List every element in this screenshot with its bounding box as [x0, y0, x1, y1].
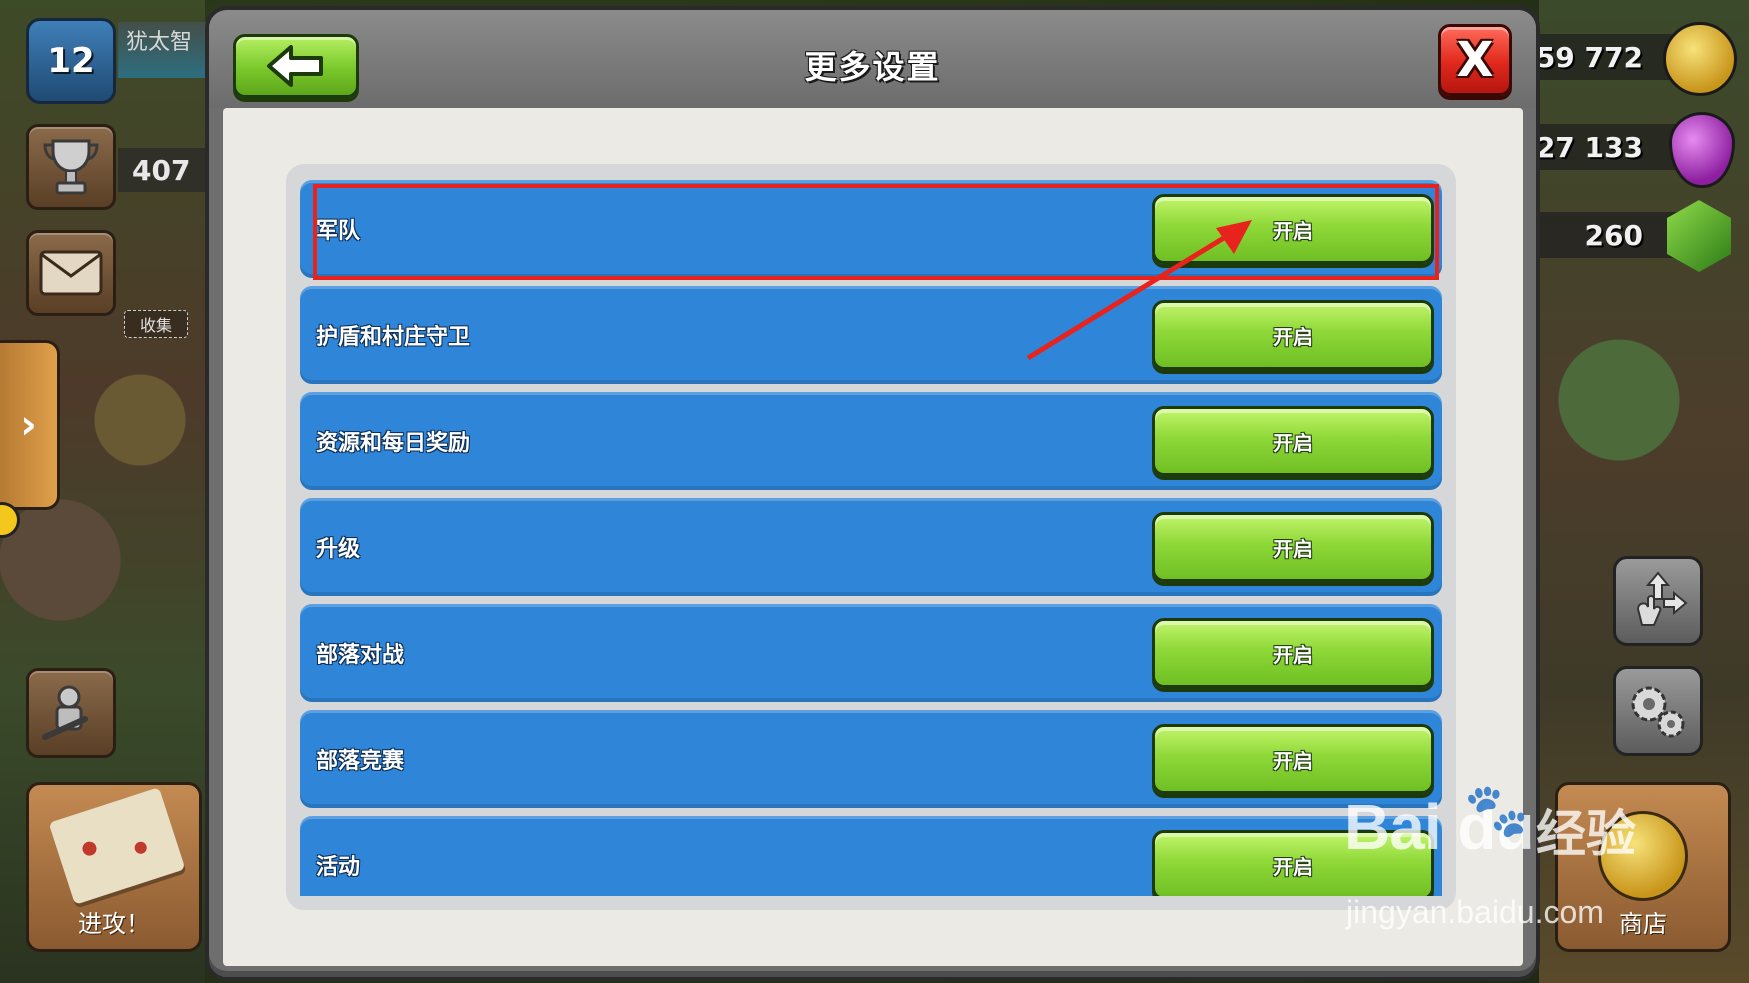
enable-toggle-button[interactable]: 开启	[1152, 512, 1434, 582]
settings-list-frame: 军队 开启 护盾和村庄守卫 开启 资源和每日奖励 开启 升级 开启 部落对战 开…	[286, 164, 1456, 910]
experience-level-badge[interactable]: 12	[26, 18, 116, 104]
setting-row-shield: 护盾和村庄守卫 开启	[300, 286, 1442, 384]
trophy-count: 407	[118, 148, 208, 192]
setting-row-army: 军队 开启	[300, 180, 1442, 278]
shop-button[interactable]: 商店	[1555, 782, 1731, 952]
enable-toggle-button[interactable]: 开启	[1152, 724, 1434, 794]
enable-toggle-button[interactable]: 开启	[1152, 300, 1434, 370]
more-settings-dialog: 更多设置 X 军队 开启 护盾和村庄守卫 开启 资源和每日奖励 开启 升级 开启…	[205, 6, 1540, 981]
chevron-right-icon: ›	[20, 402, 37, 448]
player-name: 犹太智	[118, 22, 208, 78]
builder-hammer-icon	[42, 685, 88, 740]
gold-coin-icon	[1663, 22, 1737, 96]
attack-button[interactable]: 进攻！	[26, 782, 202, 952]
trophy-icon	[43, 139, 99, 195]
edit-layout-button[interactable]	[1613, 556, 1703, 646]
shop-coins-icon	[1598, 811, 1688, 901]
setting-row-clan-war: 部落对战 开启	[300, 604, 1442, 702]
dialog-body: 军队 开启 护盾和村庄守卫 开启 资源和每日奖励 开启 升级 开启 部落对战 开…	[223, 108, 1523, 966]
move-hand-icon	[1636, 571, 1688, 626]
setting-row-upgrade: 升级 开启	[300, 498, 1442, 596]
setting-label: 部落对战	[316, 643, 405, 668]
side-panel-expand-tab[interactable]: ›	[0, 340, 60, 510]
builder-button[interactable]	[26, 668, 116, 758]
setting-label: 资源和每日奖励	[316, 431, 471, 456]
attack-label: 进攻！	[78, 910, 150, 938]
envelope-icon	[39, 250, 103, 296]
setting-label: 升级	[316, 537, 361, 562]
setting-label: 军队	[316, 219, 361, 244]
dialog-header: 更多设置 X	[209, 10, 1536, 108]
mail-button[interactable]	[26, 230, 116, 316]
setting-row-clan-games: 部落竞赛 开启	[300, 710, 1442, 808]
trophy-button[interactable]	[26, 124, 116, 210]
setting-label: 护盾和村庄守卫	[316, 325, 471, 350]
setting-label: 部落竞赛	[316, 749, 405, 774]
enable-toggle-button[interactable]: 开启	[1152, 406, 1434, 476]
treasure-map-icon	[48, 787, 186, 905]
enable-toggle-button[interactable]: 开启	[1152, 830, 1434, 896]
setting-row-resources: 资源和每日奖励 开启	[300, 392, 1442, 490]
setting-row-events: 活动 开启	[300, 816, 1442, 896]
collect-resources-label[interactable]: 收集	[124, 310, 188, 338]
settings-button[interactable]	[1613, 666, 1703, 756]
gear-icon	[1631, 686, 1685, 738]
settings-list[interactable]: 军队 开启 护盾和村庄守卫 开启 资源和每日奖励 开启 升级 开启 部落对战 开…	[300, 180, 1442, 896]
close-button[interactable]: X	[1438, 24, 1512, 96]
dialog-title: 更多设置	[804, 48, 941, 86]
setting-label: 活动	[316, 855, 361, 880]
enable-toggle-button[interactable]: 开启	[1152, 618, 1434, 688]
shop-label: 商店	[1619, 910, 1667, 938]
enable-toggle-button[interactable]: 开启	[1152, 194, 1434, 264]
